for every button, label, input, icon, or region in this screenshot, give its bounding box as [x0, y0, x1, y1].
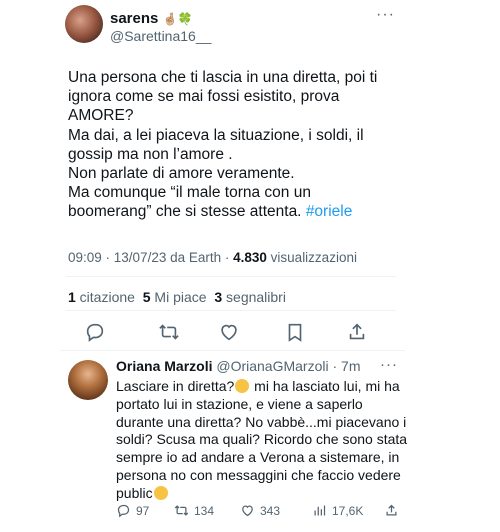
engagement-stats: 1 citazione 5 Mi piace 3 segnalibri — [68, 289, 286, 305]
bookmark-button[interactable] — [284, 321, 306, 343]
reply-line-text: mi ha lasciato lui, mi ha — [250, 378, 400, 394]
like-count: 343 — [260, 503, 281, 518]
views-chart-icon — [314, 505, 326, 516]
tweet-line: boomerang” che si stesse attenta. — [68, 203, 306, 221]
reply-line: Lasciare in diretta? mi ha lasciato lui,… — [116, 378, 400, 396]
reply-share-button[interactable] — [384, 503, 399, 518]
reply-button[interactable] — [84, 321, 106, 343]
bookmark-icon — [288, 323, 302, 342]
views-count: 4.830 — [233, 250, 267, 265]
divider — [60, 350, 405, 351]
reply-line: persona no con messaggini che faccio ved… — [116, 466, 401, 483]
divider — [66, 276, 396, 277]
display-name: sarens — [110, 10, 159, 27]
reply-like-button[interactable]: 343 — [240, 503, 280, 518]
likes-stat[interactable]: 5 Mi piace — [143, 289, 207, 305]
bookmarks-stat[interactable]: 3 segnalibri — [214, 289, 286, 305]
action-bar — [84, 321, 394, 343]
bookmarks-count: 3 — [214, 289, 223, 305]
author-handle[interactable]: @Sarettina16__ — [110, 28, 211, 44]
tweet-line: Ma comunque “il male torna con un — [68, 184, 311, 202]
retweet-button[interactable] — [158, 321, 180, 343]
reply-icon — [117, 504, 130, 518]
views-label: visualizzazioni — [266, 250, 357, 265]
reply-views-button[interactable]: 17,6K — [312, 503, 363, 518]
share-icon — [386, 504, 397, 516]
tweet-line: Ma dai, a lei piaceva la situazione, i s… — [68, 126, 364, 144]
reply-line: portato lui in stazione, e viene a saper… — [116, 395, 363, 412]
reply-handle-time[interactable]: @OrianaGMarzoli · 7m — [212, 358, 360, 374]
kiss-emoji-icon — [153, 485, 168, 500]
divider — [66, 310, 396, 311]
reply-line: durante una diretta? No vabbè...mi piace… — [116, 413, 407, 430]
quotes-label: citazione — [75, 289, 135, 305]
likes-label: Mi piace — [150, 289, 207, 305]
reply-reply-button[interactable]: 97 — [116, 503, 149, 518]
reply-line: sempre io ad andare a Verona a sistemare… — [116, 449, 400, 466]
reply-more-options-button[interactable]: ··· — [380, 356, 398, 373]
tweet-text: Una persona che ti lascia in una diretta… — [68, 68, 398, 222]
retweet-icon — [159, 324, 179, 340]
reply-text: Lasciare in diretta? mi ha lasciato lui,… — [116, 378, 408, 503]
reply-display-name[interactable]: Oriana Marzoli — [116, 358, 212, 374]
reply-line: soldi? Scusa ma quali? Ricordo che sono … — [116, 431, 408, 448]
tweet-line-last: boomerang” che si stesse attenta. #oriel… — [68, 202, 398, 221]
views-count: 17,6K — [332, 503, 364, 518]
reply-line-text: Lasciare in diretta? — [116, 378, 235, 394]
like-icon — [242, 505, 253, 517]
likes-count: 5 — [142, 289, 151, 305]
tweet-line: AMORE? — [68, 107, 134, 125]
quotes-count: 1 — [68, 289, 76, 305]
name-emojis: 🤞🏼🍀 — [162, 12, 193, 26]
retweet-icon — [174, 505, 189, 516]
share-icon — [349, 323, 365, 340]
retweet-count: 134 — [194, 503, 215, 518]
author-name[interactable]: sarens 🤞🏼🍀 — [110, 10, 192, 27]
tweet-line: ignora come se mai fossi esistito, prova — [68, 88, 340, 106]
bookmarks-label: segnalibri — [222, 289, 286, 305]
like-icon — [221, 324, 237, 341]
hashtag-link[interactable]: #oriele — [306, 203, 353, 220]
reply-line-text: public — [116, 484, 153, 501]
like-button[interactable] — [218, 321, 240, 343]
reply-author: Oriana Marzoli @OrianaGMarzoli · 7m — [116, 358, 361, 374]
timestamp[interactable]: 09:09 · 13/07/23 da Earth · — [68, 250, 233, 265]
tweet-line: Una persona che ti lascia in una diretta… — [68, 69, 378, 86]
share-button[interactable] — [346, 321, 368, 343]
reply-avatar[interactable] — [68, 360, 108, 400]
reply-action-bar: 97 134 343 17,6K — [116, 503, 406, 521]
tweet-meta: 09:09 · 13/07/23 da Earth · 4.830 visual… — [68, 250, 357, 265]
more-options-button[interactable]: ··· — [376, 6, 395, 24]
laughing-emoji-icon — [235, 379, 250, 393]
reply-line: public — [116, 485, 396, 503]
reply-icon — [86, 323, 104, 342]
reply-count: 97 — [136, 503, 150, 518]
tweet-line: gossip ma non l’amore . — [68, 145, 233, 163]
tweet-line: Non parlate di amore veramente. — [68, 165, 295, 183]
reply-retweet-button[interactable]: 134 — [174, 503, 214, 518]
quotes-stat[interactable]: 1 citazione — [68, 289, 135, 305]
avatar[interactable] — [65, 5, 103, 43]
